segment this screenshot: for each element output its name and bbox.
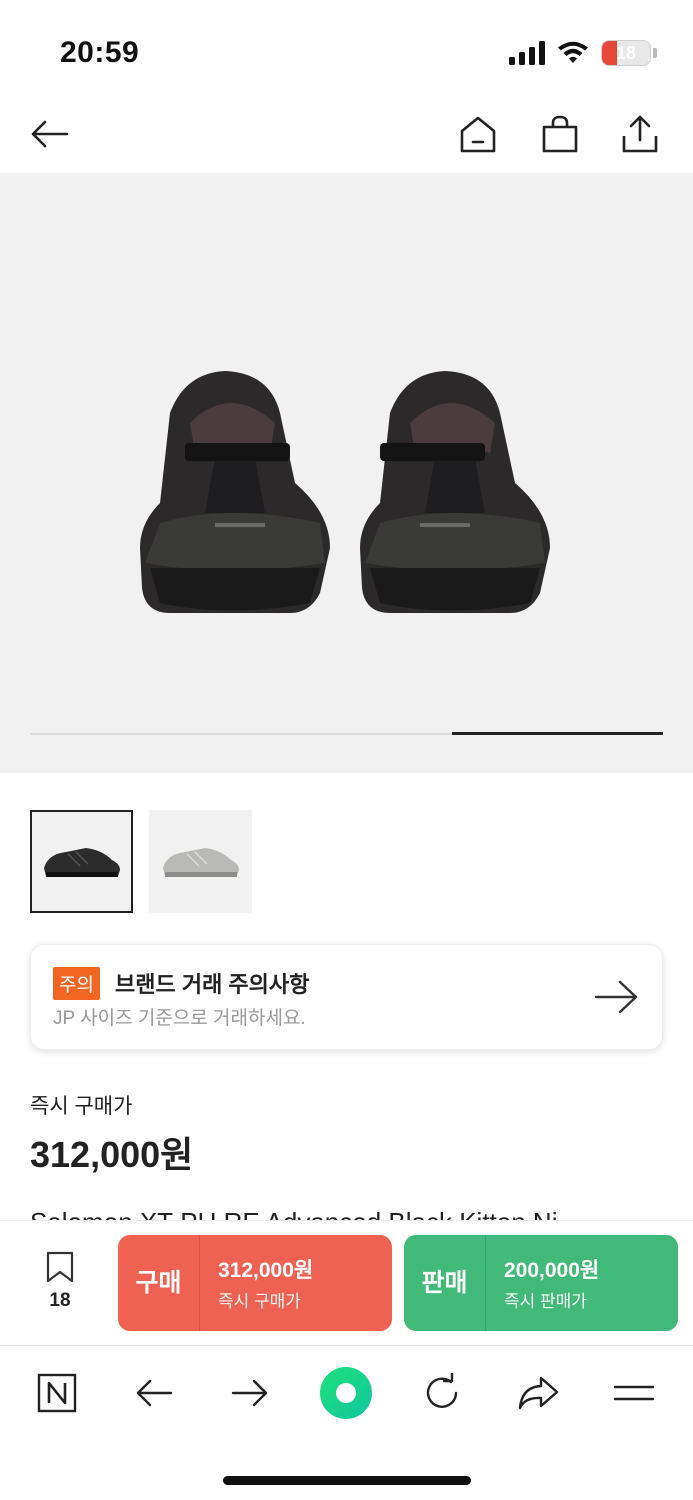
status-icons: 18	[509, 40, 657, 66]
price-label: 즉시 구매가	[30, 1095, 133, 1118]
thumbnail-black[interactable]	[30, 810, 133, 913]
bookmark-icon	[46, 1251, 74, 1283]
sell-label: 판매	[404, 1235, 486, 1331]
buy-label: 구매	[118, 1235, 200, 1331]
status-time: 20:59	[60, 36, 140, 69]
share-button[interactable]	[618, 110, 662, 158]
home-icon	[460, 116, 496, 153]
browser-share-button[interactable]	[508, 1368, 568, 1418]
wifi-icon	[558, 41, 588, 63]
arrow-right-icon	[594, 980, 638, 1014]
cellular-signal-icon	[509, 41, 545, 65]
buy-price: 312,000원	[218, 1259, 314, 1282]
forward-arrow-icon	[231, 1379, 268, 1407]
grey-shoe-thumbnail	[162, 847, 239, 877]
sell-button[interactable]: 판매 200,000원 즉시 판매가	[404, 1235, 678, 1331]
browser-toolbar	[0, 1345, 693, 1500]
sell-price: 200,000원	[504, 1259, 600, 1282]
battery-icon: 18	[601, 40, 651, 66]
sell-subtitle: 즉시 판매가	[504, 1292, 587, 1311]
wishlist-count: 18	[49, 1290, 71, 1311]
naver-icon	[37, 1373, 77, 1413]
buy-button[interactable]: 구매 312,000원 즉시 구매가	[118, 1235, 392, 1331]
menu-button[interactable]	[604, 1368, 664, 1418]
battery-level: 18	[615, 43, 637, 63]
buy-subtitle: 즉시 구매가	[218, 1292, 301, 1311]
thumbnail-list	[30, 810, 252, 913]
home-indicator[interactable]	[223, 1476, 471, 1485]
green-dot-icon	[320, 1367, 372, 1419]
back-arrow-icon	[136, 1379, 173, 1407]
menu-icon	[613, 1385, 655, 1401]
black-shoe-thumbnail	[43, 847, 120, 877]
status-bar: 20:59 18	[0, 0, 693, 100]
arrow-left-icon	[31, 120, 69, 148]
notice-description: JP 사이즈 기준으로 거래하세요.	[53, 1008, 306, 1029]
back-button[interactable]	[24, 112, 74, 156]
notice-badge: 주의	[53, 967, 100, 1000]
home-button[interactable]	[456, 110, 500, 158]
wishlist-button[interactable]: 18	[32, 1251, 88, 1312]
naver-home-button[interactable]	[27, 1368, 87, 1418]
refresh-button[interactable]	[412, 1368, 472, 1418]
browser-forward-button[interactable]	[220, 1368, 280, 1418]
product-name: Salomon XT-PU.RE Advanced Black Kitten N…	[30, 1205, 693, 1221]
share-icon	[622, 115, 658, 153]
brand-notice-card[interactable]: 주의 브랜드 거래 주의사항 JP 사이즈 기준으로 거래하세요.	[30, 944, 663, 1050]
product-image	[140, 371, 550, 613]
green-dot-button[interactable]	[316, 1367, 376, 1419]
cart-button[interactable]	[538, 110, 582, 158]
price-value: 312,000원	[30, 1134, 194, 1175]
thumbnail-grey[interactable]	[149, 810, 252, 913]
trade-action-bar: 18 구매 312,000원 즉시 구매가 판매 200,000원 즉시 판매가	[0, 1220, 693, 1345]
app-header	[0, 100, 693, 172]
browser-back-button[interactable]	[124, 1368, 184, 1418]
shopping-bag-icon	[542, 115, 578, 153]
product-image-gallery[interactable]	[0, 173, 693, 773]
gallery-pager-indicator	[452, 732, 663, 735]
share-arrow-icon	[518, 1376, 559, 1410]
refresh-icon	[426, 1373, 458, 1408]
notice-title: 브랜드 거래 주의사항	[115, 972, 310, 997]
